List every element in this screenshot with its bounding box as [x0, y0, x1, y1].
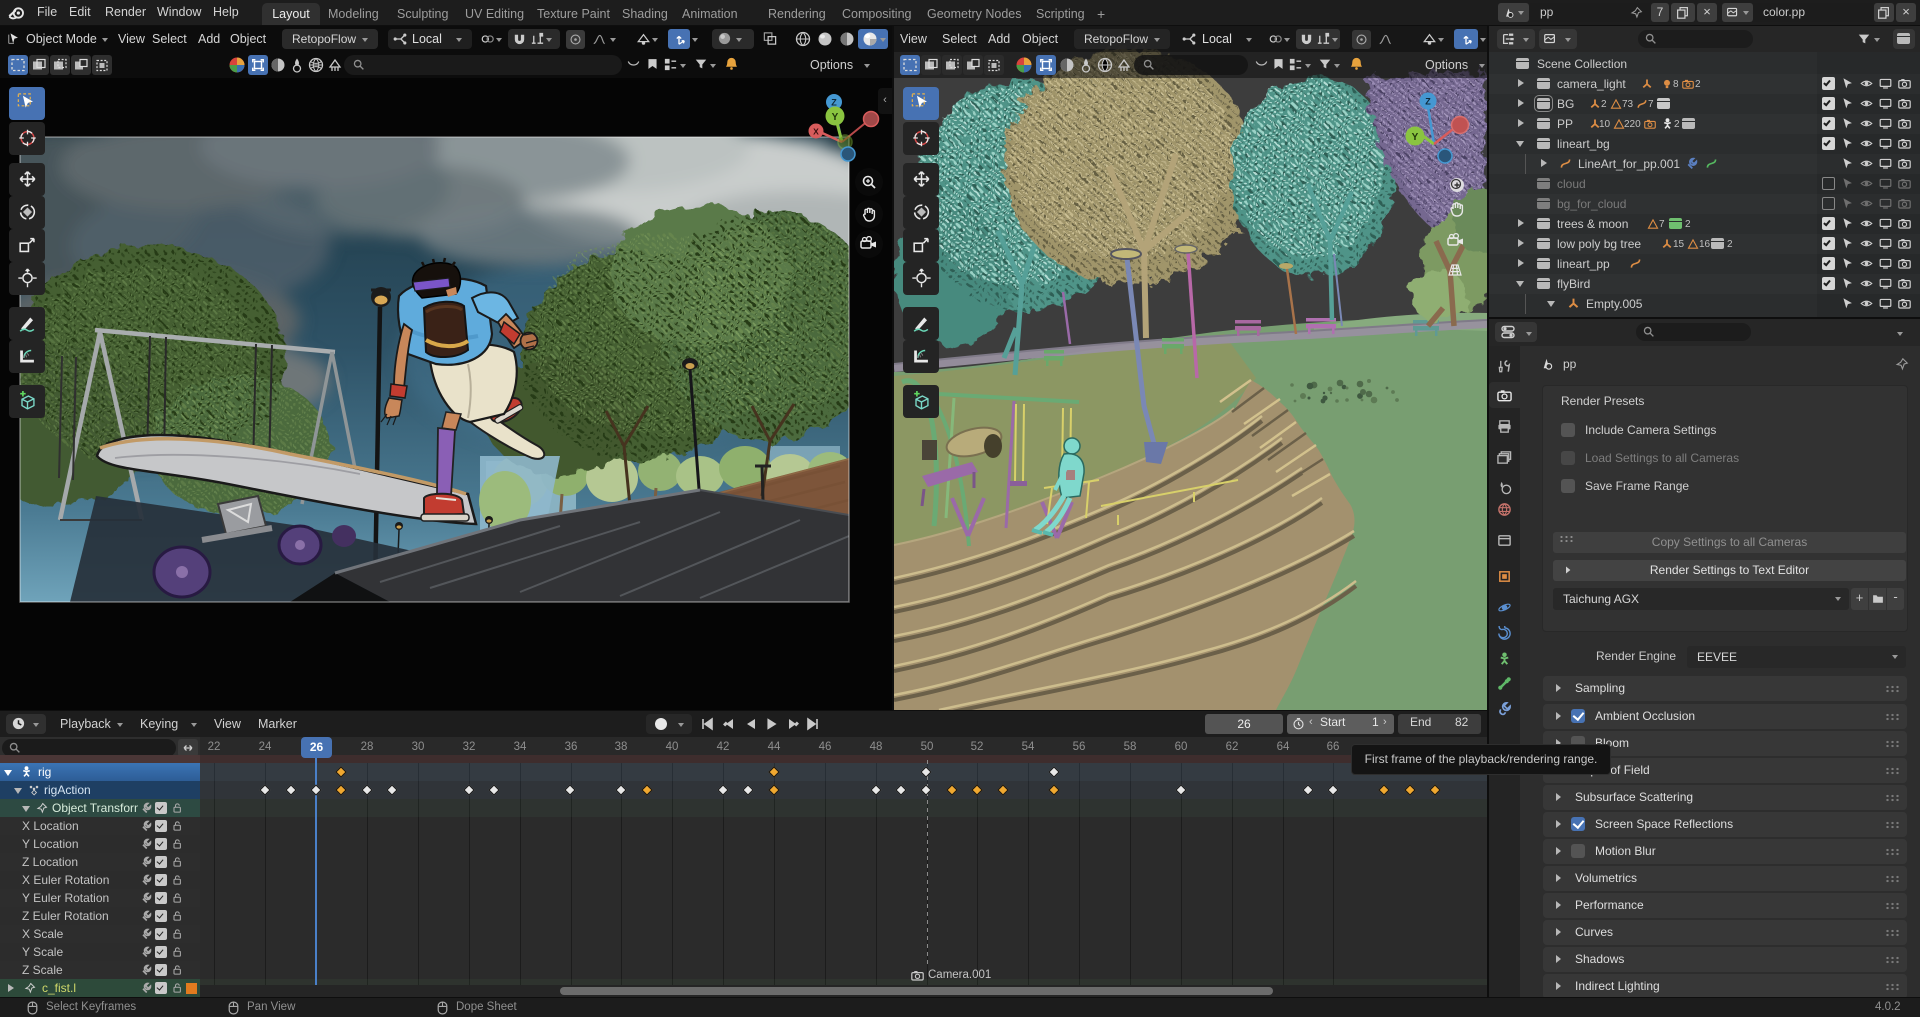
svg-text:X: X — [813, 127, 819, 137]
svg-text:Z: Z — [831, 98, 837, 108]
svg-text:Z: Z — [1425, 97, 1431, 107]
svg-text:Y: Y — [1412, 132, 1419, 143]
svg-text:Y: Y — [832, 112, 839, 123]
